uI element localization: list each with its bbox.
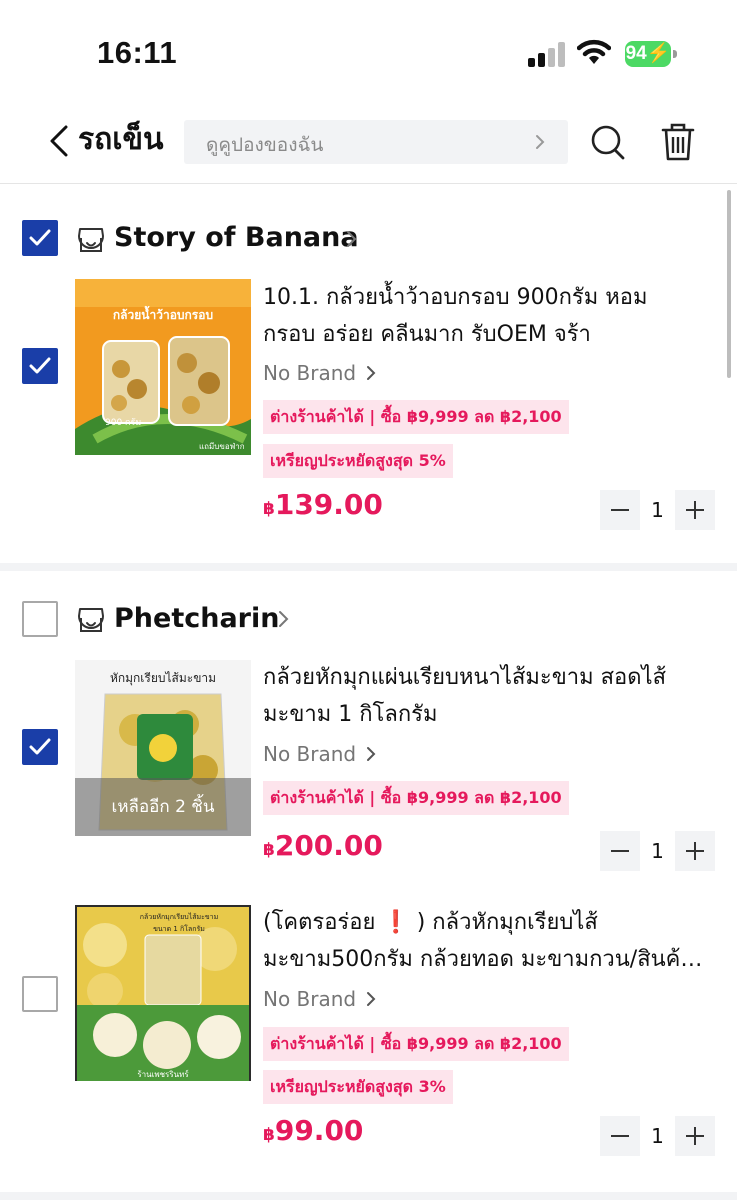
shop-checkbox[interactable] xyxy=(22,220,58,256)
image-label: กล้วยหักมุกเรียบไส้มะขาม xyxy=(140,912,218,921)
product-image[interactable]: หักมุกเรียบไส้มะขาม เหลืออีก 2 ชิ้น xyxy=(75,660,251,836)
wifi-icon xyxy=(577,39,611,64)
minus-icon xyxy=(611,1135,629,1137)
status-bar: 16:11 94⚡ xyxy=(0,0,737,100)
product-brand[interactable]: No Brand xyxy=(263,359,356,387)
product-title[interactable]: 10.1. กล้วยน้ำว้าอบกรอบ 900กรัม หอม กรอบ… xyxy=(263,279,713,353)
product-image[interactable]: กล้วยน้ำว้าอบกรอบ 900 กรัม แถมีบขอฟ่าก xyxy=(75,279,251,455)
image-footer: ร้านเพชรรินทร์ xyxy=(137,1069,189,1079)
chevron-right-icon[interactable] xyxy=(278,610,289,628)
decrease-button[interactable] xyxy=(600,831,640,871)
battery-level: 94⚡ xyxy=(625,41,671,67)
product-price: ฿200.00 xyxy=(263,829,383,862)
promo-tag: ต่างร้านค้าได้ | ซื้อ ฿9,999 ลด ฿2,100 xyxy=(263,400,569,434)
battery-icon: 94⚡ xyxy=(625,41,677,67)
product-brand[interactable]: No Brand xyxy=(263,740,356,768)
minus-icon xyxy=(611,850,629,852)
shop-name[interactable]: Phetcharin xyxy=(114,602,279,636)
store-icon xyxy=(78,228,104,252)
coupon-label: ดูคูปองของฉัน xyxy=(206,134,324,156)
chevron-right-icon xyxy=(367,366,376,380)
plus-icon xyxy=(686,1127,704,1145)
increase-button[interactable] xyxy=(675,1116,715,1156)
promo-tag: ต่างร้านค้าได้ | ซื้อ ฿9,999 ลด ฿2,100 xyxy=(263,1027,569,1061)
quantity-value[interactable]: 1 xyxy=(640,831,675,871)
coin-tag: เหรียญประหยัดสูงสุด 5% xyxy=(263,444,453,478)
image-weight: 900 กรัม xyxy=(105,418,141,428)
chevron-right-icon xyxy=(367,992,376,1006)
product-price: ฿139.00 xyxy=(263,488,383,521)
chevron-right-icon xyxy=(536,135,545,149)
plus-icon xyxy=(686,842,704,860)
product-brand[interactable]: No Brand xyxy=(263,985,356,1013)
shop-section: Story of Banana กล้วยน้ำว้าอบกรอบ 900 กร… xyxy=(0,186,737,566)
image-label: หักมุกเรียบไส้มะขาม xyxy=(110,671,216,686)
section-divider xyxy=(0,1192,737,1200)
quantity-stepper: 1 xyxy=(600,1116,715,1156)
product-image[interactable]: กล้วยหักมุกเรียบไส้มะขาม ขนาด 1 กิโลกรัม… xyxy=(75,905,251,1081)
shop-checkbox[interactable] xyxy=(22,601,58,637)
image-label: กล้วยน้ำว้าอบกรอบ xyxy=(113,305,213,322)
increase-button[interactable] xyxy=(675,490,715,530)
back-arrow-icon[interactable] xyxy=(48,124,70,158)
stock-overlay: เหลืออีก 2 ชิ้น xyxy=(111,797,215,817)
my-coupons-bar[interactable]: ดูคูปองของฉัน xyxy=(184,120,568,164)
shop-section: Phetcharin หักมุกเรียบไส้มะขาม เหลืออีก … xyxy=(0,571,737,1200)
promo-tag: ต่างร้านค้าได้ | ซื้อ ฿9,999 ลด ฿2,100 xyxy=(263,781,569,815)
page-title: รถเข็น xyxy=(78,122,164,157)
cellular-signal-icon xyxy=(528,42,566,67)
item-checkbox[interactable] xyxy=(22,729,58,765)
quantity-stepper: 1 xyxy=(600,831,715,871)
search-icon[interactable] xyxy=(590,122,626,162)
cart-header: รถเข็น ดูคูปองของฉัน xyxy=(0,100,737,184)
increase-button[interactable] xyxy=(675,831,715,871)
product-price: ฿99.00 xyxy=(263,1114,364,1147)
store-icon xyxy=(78,608,104,632)
chevron-right-icon[interactable] xyxy=(346,230,357,248)
product-title[interactable]: กล้วยหักมุกแผ่นเรียบหนาไส้มะขาม สอดไส้ ม… xyxy=(263,659,713,733)
item-checkbox[interactable] xyxy=(22,348,58,384)
quantity-value[interactable]: 1 xyxy=(640,1116,675,1156)
decrease-button[interactable] xyxy=(600,1116,640,1156)
image-footer: แถมีบขอฟ่าก xyxy=(199,442,245,451)
chevron-right-icon xyxy=(367,747,376,761)
shop-name[interactable]: Story of Banana xyxy=(114,221,359,255)
coin-tag: เหรียญประหยัดสูงสุด 3% xyxy=(263,1070,453,1104)
status-time: 16:11 xyxy=(97,35,178,70)
product-title[interactable]: (โคตรอร่อย ❗️ ) กล้วหักมุกเรียบไส้ มะขาม… xyxy=(263,904,713,978)
quantity-stepper: 1 xyxy=(600,490,715,530)
trash-icon[interactable] xyxy=(660,122,696,162)
image-subtitle: ขนาด 1 กิโลกรัม xyxy=(153,924,205,933)
decrease-button[interactable] xyxy=(600,490,640,530)
plus-icon xyxy=(686,501,704,519)
item-checkbox[interactable] xyxy=(22,976,58,1012)
section-divider xyxy=(0,563,737,571)
quantity-value[interactable]: 1 xyxy=(640,490,675,530)
minus-icon xyxy=(611,509,629,511)
